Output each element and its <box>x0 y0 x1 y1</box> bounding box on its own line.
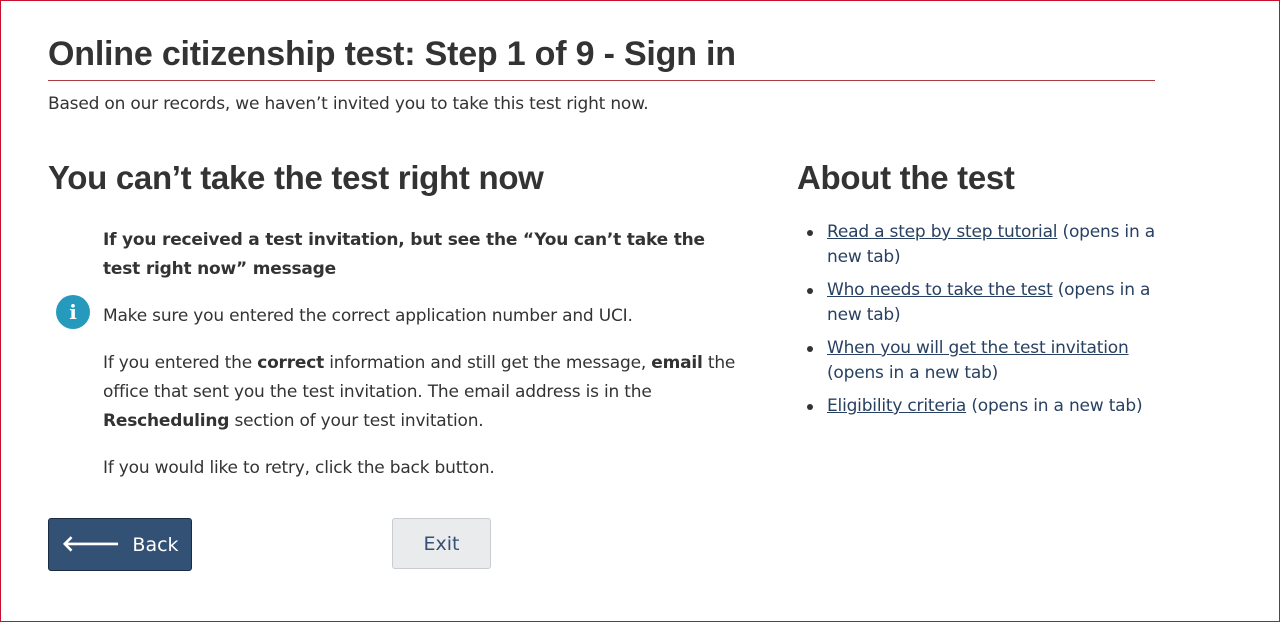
back-button[interactable]: 🡐 Back <box>48 518 192 571</box>
tutorial-link[interactable]: Read a step by step tutorial <box>827 222 1058 242</box>
who-needs-test-link[interactable]: Who needs to take the test <box>827 280 1053 300</box>
text-span: If you entered the <box>103 353 258 373</box>
invitation-timing-link[interactable]: When you will get the test invitation <box>827 338 1129 358</box>
about-links-list: Read a step by step tutorial (opens in a… <box>797 220 1157 419</box>
info-icon: i <box>56 295 90 329</box>
exit-button-label: Exit <box>423 532 460 555</box>
text-span: section of your test invitation. <box>229 411 484 431</box>
list-item: Eligibility criteria (opens in a new tab… <box>797 394 1157 419</box>
main-section: You can’t take the test right now i If y… <box>48 156 738 483</box>
intro-text: Based on our records, we haven’t invited… <box>48 94 649 114</box>
eligibility-link[interactable]: Eligibility criteria <box>827 396 966 416</box>
link-suffix: (opens in a new tab) <box>966 396 1143 416</box>
text-span: information and still get the message, <box>324 353 652 373</box>
alert-paragraph-3: If you would like to retry, click the ba… <box>103 458 495 478</box>
exit-button[interactable]: Exit <box>392 518 491 569</box>
arrow-left-icon: 🡐 <box>61 531 121 557</box>
list-item: Read a step by step tutorial (opens in a… <box>797 220 1157 270</box>
page-title: Online citizenship test: Step 1 of 9 - S… <box>48 34 1155 81</box>
alert-paragraph-1: Make sure you entered the correct applic… <box>103 306 633 326</box>
sidebar-heading: About the test <box>797 159 1015 196</box>
alert-title: If you received a test invitation, but s… <box>103 230 705 279</box>
bold-rescheduling: Rescheduling <box>103 411 230 431</box>
list-item: When you will get the test invitation (o… <box>797 336 1157 386</box>
link-suffix: (opens in a new tab) <box>827 363 999 383</box>
back-button-label: Back <box>132 533 179 556</box>
alert-paragraph-2: If you entered the correct information a… <box>103 349 738 436</box>
list-item: Who needs to take the test (opens in a n… <box>797 278 1157 328</box>
bold-email: email <box>651 353 703 373</box>
section-heading: You can’t take the test right now <box>48 159 544 196</box>
bold-correct: correct <box>257 353 325 373</box>
about-sidebar: About the test Read a step by step tutor… <box>797 156 1157 427</box>
info-alert: i If you received a test invitation, but… <box>48 226 738 483</box>
